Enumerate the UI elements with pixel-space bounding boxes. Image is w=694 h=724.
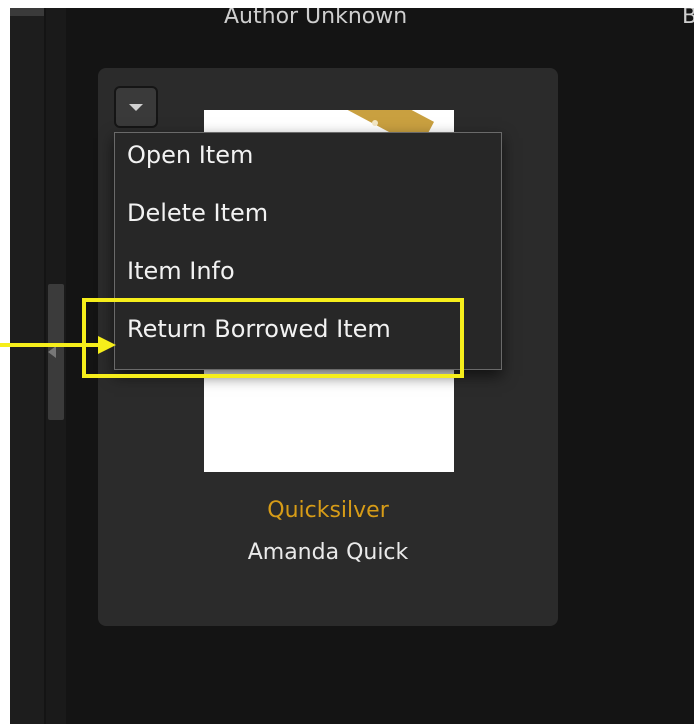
- previous-item-author: Author Unknown: [224, 8, 408, 29]
- menu-item-delete[interactable]: Delete Item: [127, 199, 268, 227]
- sidebar-strip: [10, 8, 44, 724]
- annotation-highlight-box: [82, 298, 464, 378]
- arrow-right-icon: [98, 336, 116, 354]
- menu-item-open[interactable]: Open Item: [127, 141, 253, 169]
- item-options-button[interactable]: [114, 86, 158, 128]
- tag-hole: [372, 120, 378, 126]
- collapse-arrow-icon[interactable]: [48, 346, 56, 358]
- sidebar-strip-top: [10, 8, 44, 16]
- book-author: Amanda Quick: [247, 540, 409, 565]
- book-title[interactable]: Quicksilver: [98, 498, 558, 523]
- clipped-text: B: [682, 8, 694, 29]
- menu-item-info[interactable]: Item Info: [127, 257, 235, 285]
- annotation-arrow-line: [0, 343, 98, 347]
- triangle-down-icon: [129, 103, 143, 111]
